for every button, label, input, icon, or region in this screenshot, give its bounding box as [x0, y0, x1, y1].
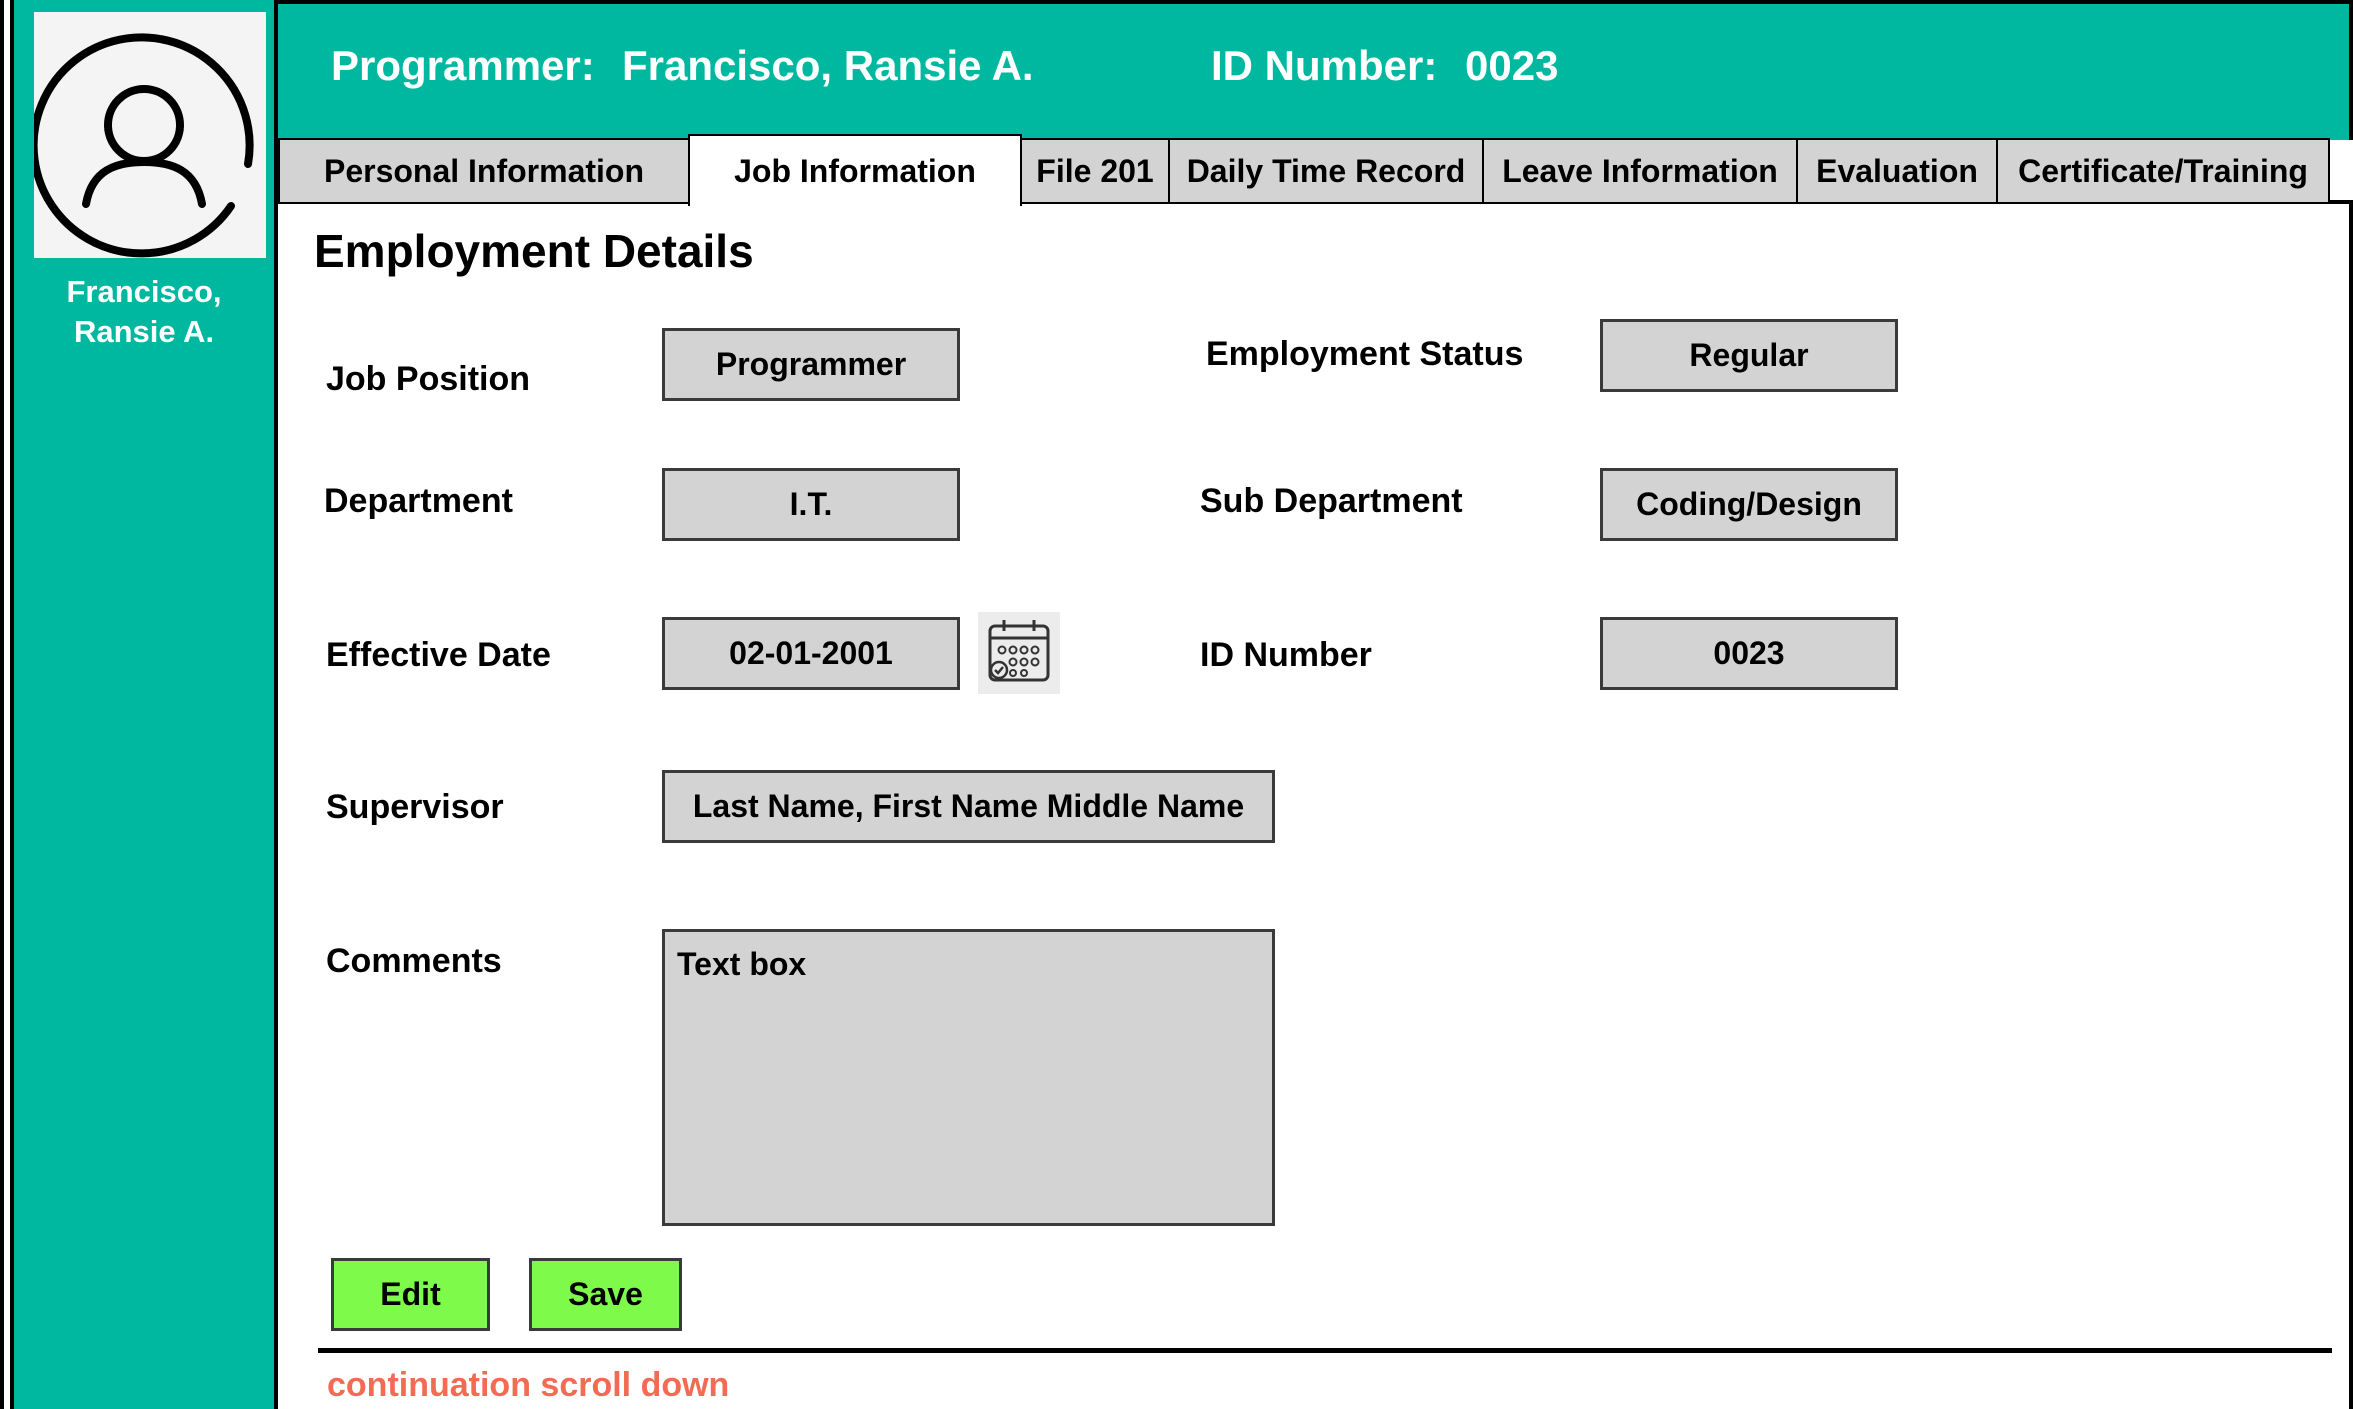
avatar	[34, 12, 266, 258]
tab-evaluation[interactable]: Evaluation	[1796, 138, 1998, 204]
supervisor-field[interactable]: Last Name, First Name Middle Name	[662, 770, 1275, 843]
sub-department-label: Sub Department	[1200, 482, 1463, 520]
calendar-icon	[988, 620, 1050, 682]
employment-status-field[interactable]: Regular	[1600, 319, 1898, 392]
sub-department-field[interactable]: Coding/Design	[1600, 468, 1898, 541]
main-panel	[278, 204, 2353, 1409]
tab-leave-information[interactable]: Leave Information	[1482, 138, 1798, 204]
id-number-field-label: ID Number	[1200, 636, 1372, 674]
job-position-field[interactable]: Programmer	[662, 328, 960, 401]
id-number-label: ID Number:	[1211, 42, 1438, 89]
tab-job-information[interactable]: Job Information	[688, 134, 1022, 206]
sidebar-name-line2: Ransie A.	[73, 314, 215, 349]
job-position-label: Job Position	[326, 360, 530, 398]
tab-personal-information[interactable]: Personal Information	[278, 138, 690, 204]
tab-daily-time-record[interactable]: Daily Time Record	[1168, 138, 1484, 204]
section-title: Employment Details	[314, 225, 754, 277]
effective-date-field[interactable]: 02-01-2001	[662, 617, 960, 690]
window-border	[0, 0, 4, 1409]
tab-certificate-training[interactable]: Certificate/Training	[1996, 138, 2330, 204]
edit-button[interactable]: Edit	[331, 1258, 490, 1331]
department-field[interactable]: I.T.	[662, 468, 960, 541]
tab-file-201[interactable]: File 201	[1020, 138, 1170, 204]
programmer-name: Francisco, Ransie A.	[622, 42, 1034, 89]
tab-bar: Personal Information Job Information Fil…	[278, 134, 2353, 206]
sidebar: Francisco, Ransie A.	[14, 0, 278, 1409]
employment-status-label: Employment Status	[1206, 335, 1524, 373]
supervisor-label: Supervisor	[326, 788, 504, 826]
divider	[318, 1348, 2332, 1353]
comments-label: Comments	[326, 942, 502, 980]
app-window: Francisco, Ransie A. Programmer: Francis…	[0, 0, 2353, 1409]
calendar-button[interactable]	[978, 612, 1060, 694]
comments-textbox[interactable]: Text box	[662, 929, 1275, 1226]
department-label: Department	[324, 482, 513, 520]
effective-date-label: Effective Date	[326, 636, 551, 674]
user-avatar-icon	[34, 33, 254, 258]
scroll-note: continuation scroll down	[327, 1366, 730, 1404]
programmer-label: Programmer:	[331, 42, 595, 89]
sidebar-user-name: Francisco, Ransie A.	[14, 272, 274, 352]
header-bar: Programmer: Francisco, Ransie A. ID Numb…	[278, 0, 2353, 140]
id-number-field[interactable]: 0023	[1600, 617, 1898, 690]
save-button[interactable]: Save	[529, 1258, 682, 1331]
id-number-value: 0023	[1465, 42, 1559, 89]
sidebar-name-line1: Francisco,	[66, 274, 222, 309]
